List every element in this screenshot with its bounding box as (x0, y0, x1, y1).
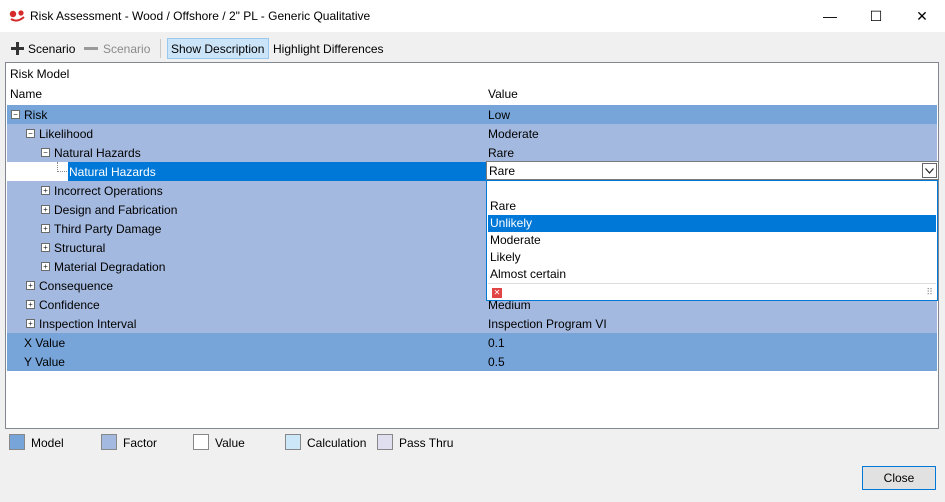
legend-label-pass-thru: Pass Thru (399, 436, 454, 450)
expand-icon[interactable]: + (41, 243, 50, 252)
row-name: Risk (24, 108, 48, 122)
legend-swatch-calculation (285, 434, 301, 450)
expand-icon[interactable]: + (41, 186, 50, 195)
row-name: Inspection Interval (39, 317, 137, 331)
dropdown-option-likely[interactable]: Likely (488, 249, 936, 266)
natural-hazards-value-combobox[interactable]: Rare (486, 161, 939, 180)
expand-icon[interactable]: + (26, 300, 35, 309)
tree-row-y-value[interactable]: Y Value 0.5 (7, 352, 937, 371)
row-value: Low (488, 108, 511, 122)
collapse-icon[interactable]: − (11, 110, 20, 119)
window-title: Risk Assessment - Wood / Offshore / 2" P… (30, 9, 371, 23)
collapse-icon[interactable]: − (26, 129, 35, 138)
remove-scenario-button[interactable]: Scenario (81, 38, 153, 59)
legend-swatch-model (9, 434, 25, 450)
row-name: Y Value (24, 355, 65, 369)
dropdown-option-empty[interactable] (488, 182, 936, 199)
row-name: Third Party Damage (54, 222, 162, 236)
tree-line (57, 171, 67, 172)
app-logo-icon (9, 10, 25, 22)
expand-icon[interactable]: + (26, 281, 35, 290)
minimize-button[interactable]: — (807, 0, 853, 32)
combobox-selected-value: Rare (489, 164, 516, 178)
tree-row-x-value[interactable]: X Value 0.1 (7, 333, 937, 352)
dropdown-option-rare[interactable]: Rare (488, 198, 936, 215)
row-value: 0.1 (488, 336, 505, 350)
row-name: Material Degradation (54, 260, 166, 274)
column-header-value[interactable]: Value (488, 87, 518, 101)
row-name: Natural Hazards (54, 146, 141, 160)
expand-icon[interactable]: + (41, 224, 50, 233)
dropdown-divider (488, 283, 936, 284)
tree-row-natural-hazards[interactable]: − Natural Hazards Rare (7, 143, 937, 162)
expand-icon[interactable]: + (41, 262, 50, 271)
maximize-button[interactable]: ☐ (853, 0, 899, 32)
expand-icon[interactable]: + (41, 205, 50, 214)
close-button-label: Close (883, 471, 915, 485)
column-header-name[interactable]: Name (10, 87, 42, 101)
show-description-label: Show Description (171, 41, 265, 56)
legend-label-calculation: Calculation (307, 436, 367, 450)
clear-value-icon[interactable]: ✕ (492, 288, 502, 298)
tree-row-risk[interactable]: − Risk Low (7, 105, 937, 124)
collapse-icon[interactable]: − (41, 148, 50, 157)
legend-label-factor: Factor (123, 436, 158, 450)
row-value: Rare (488, 146, 515, 160)
row-name: Confidence (39, 298, 100, 312)
minimize-icon: — (823, 8, 837, 24)
toolbar-divider (160, 39, 161, 58)
tree-row-inspection-interval[interactable]: + Inspection Interval Inspection Program… (7, 314, 937, 333)
row-name: Natural Hazards (69, 165, 156, 179)
chevron-down-icon (925, 167, 934, 174)
legend-swatch-factor (101, 434, 117, 450)
value-dropdown-list: Rare Unlikely Moderate Likely Almost cer… (486, 180, 938, 301)
add-scenario-label: Scenario (28, 41, 76, 56)
row-name: X Value (24, 336, 66, 350)
remove-scenario-label: Scenario (103, 41, 151, 56)
highlight-differences-toggle[interactable]: Highlight Differences (270, 38, 387, 59)
close-window-button[interactable]: ✕ (899, 0, 945, 32)
row-name: Structural (54, 241, 106, 255)
dropdown-option-almost-certain[interactable]: Almost certain (488, 266, 936, 283)
legend-swatch-pass-thru (377, 434, 393, 450)
minus-icon (84, 47, 98, 50)
resize-grip-icon[interactable]: ⠿ (926, 287, 933, 298)
legend-label-value: Value (215, 436, 245, 450)
panel-title: Risk Model (10, 67, 70, 81)
close-button[interactable]: Close (862, 466, 936, 490)
legend-label-model: Model (31, 436, 64, 450)
dropdown-option-moderate[interactable]: Moderate (488, 232, 936, 249)
show-description-toggle[interactable]: Show Description (167, 38, 269, 59)
row-name: Likelihood (39, 127, 94, 141)
maximize-icon: ☐ (869, 7, 883, 24)
row-name: Design and Fabrication (54, 203, 178, 217)
row-name: Consequence (39, 279, 114, 293)
row-value: Moderate (488, 127, 539, 141)
plus-icon (11, 42, 24, 55)
dropdown-option-unlikely[interactable]: Unlikely (488, 215, 936, 232)
dropdown-toggle-button[interactable] (922, 163, 937, 178)
close-icon: ✕ (916, 7, 928, 24)
legend-swatch-value (193, 434, 209, 450)
row-value: 0.5 (488, 355, 505, 369)
row-name: Incorrect Operations (54, 184, 163, 198)
title-bar: Risk Assessment - Wood / Offshore / 2" P… (0, 0, 945, 32)
highlight-differences-label: Highlight Differences (273, 41, 384, 56)
toolbar: Scenario Scenario Show Description Highl… (0, 36, 945, 61)
expand-icon[interactable]: + (26, 319, 35, 328)
tree-row-likelihood[interactable]: − Likelihood Moderate (7, 124, 937, 143)
add-scenario-button[interactable]: Scenario (8, 38, 78, 59)
row-value: Inspection Program VI (488, 317, 607, 331)
